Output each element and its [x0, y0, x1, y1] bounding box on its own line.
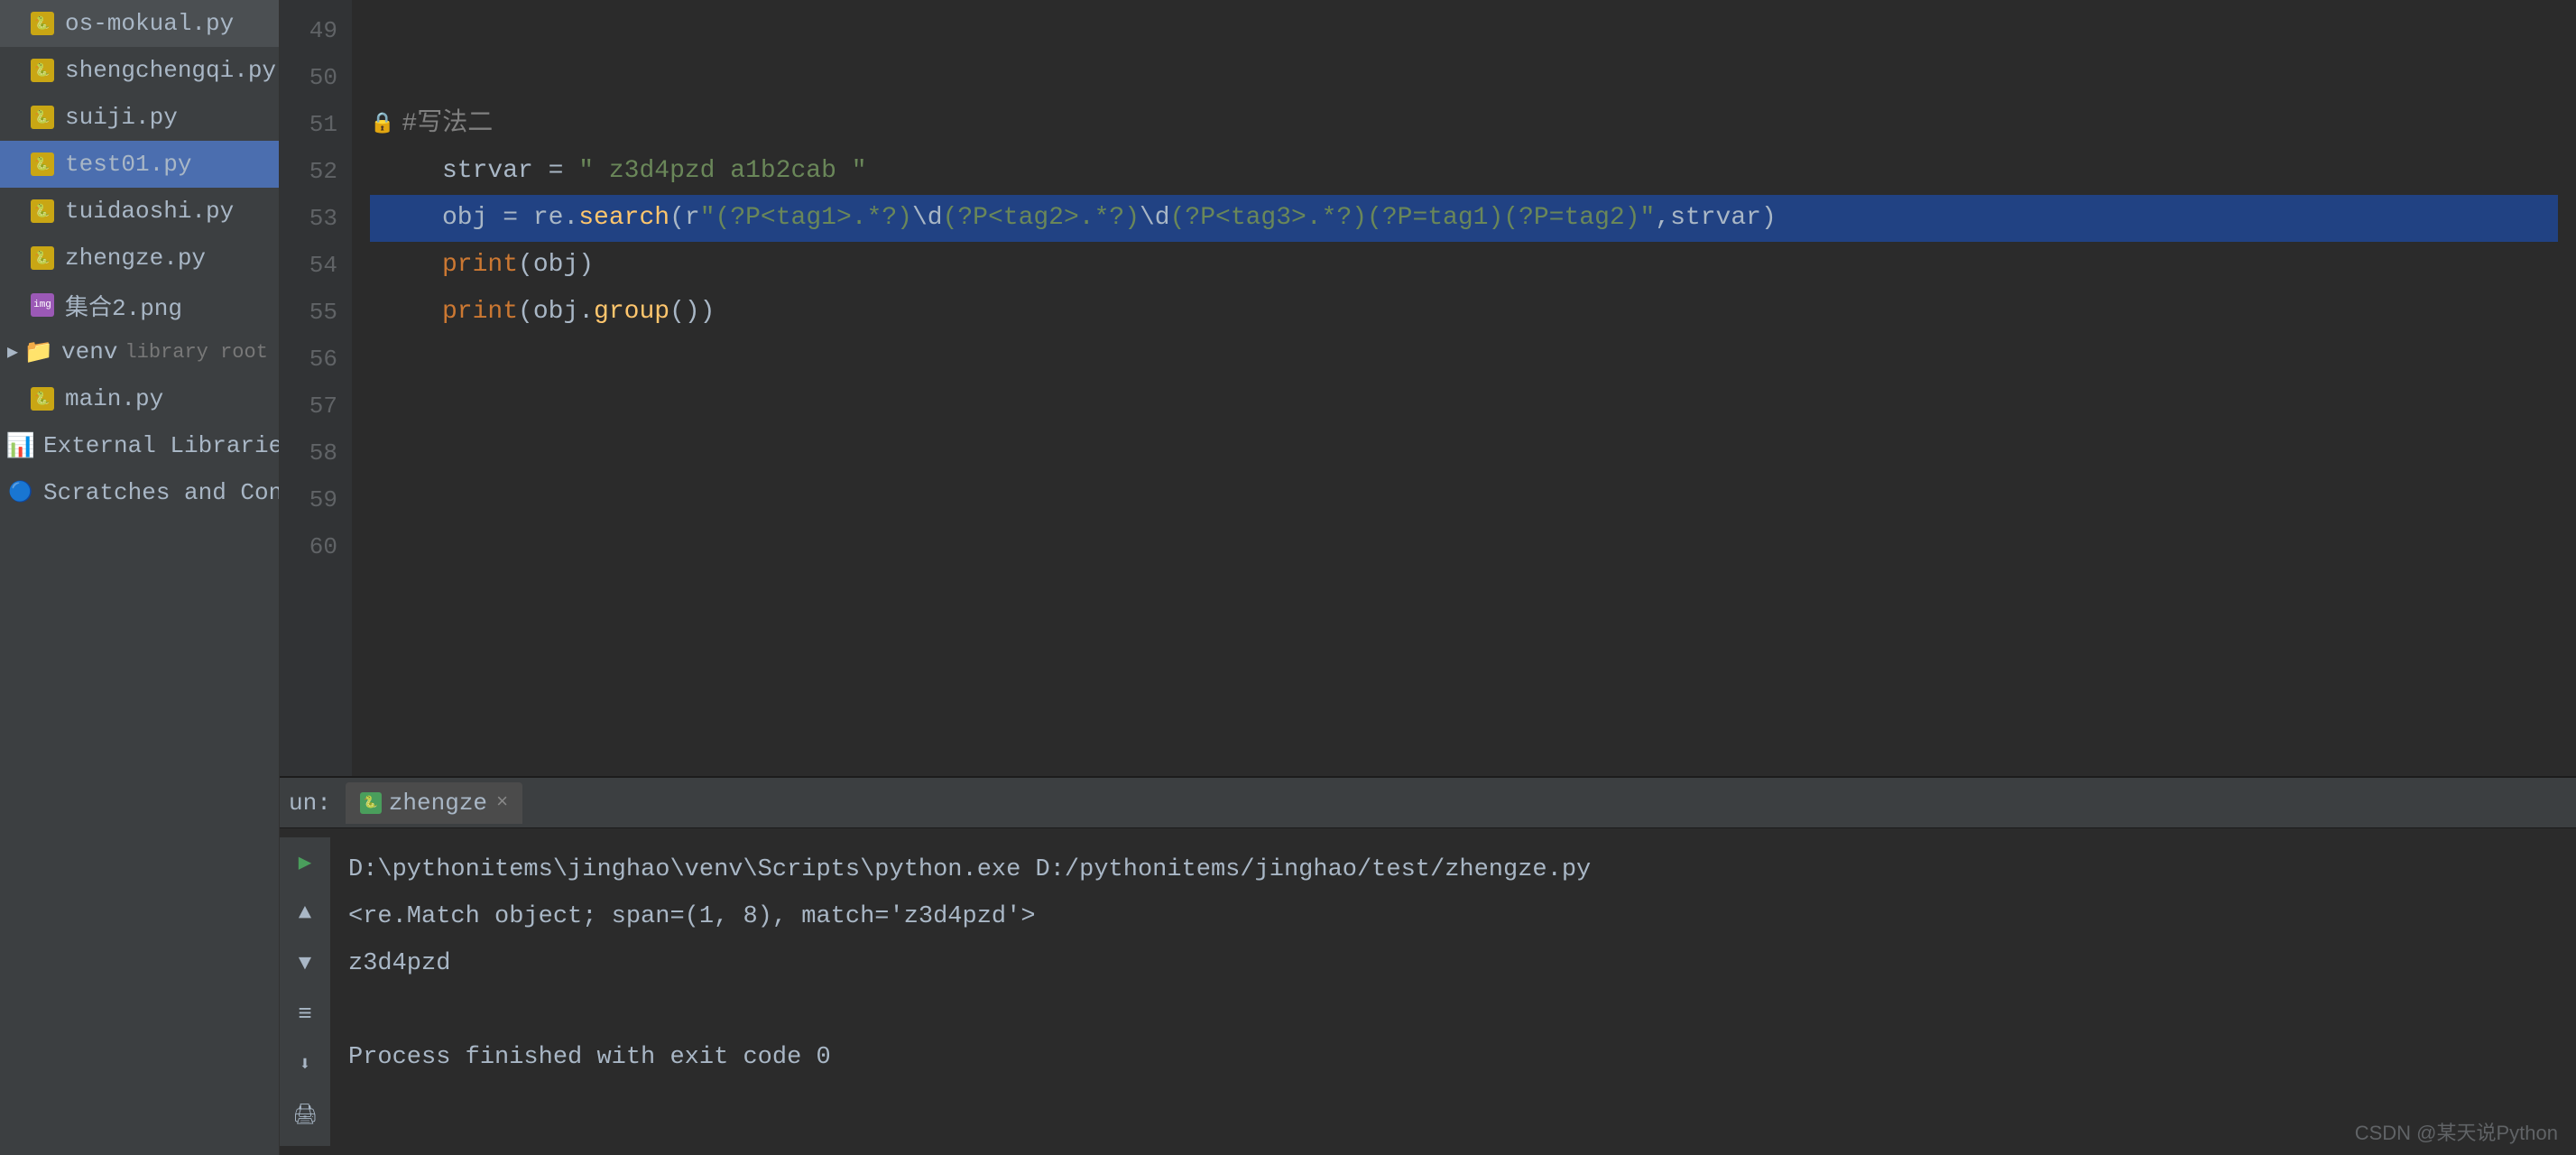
run-label: un: — [289, 790, 331, 817]
code-line-49 — [370, 7, 2558, 54]
code-editor[interactable]: 49 50 51 52 53 54 55 56 57 58 59 60 — [280, 0, 2576, 776]
sidebar-item-label: zhengze.py — [65, 245, 206, 272]
libraries-icon: 📊 — [7, 432, 34, 459]
tab-py-icon: 🐍 — [360, 792, 382, 814]
code-line-50 — [370, 54, 2558, 101]
py-icon: 🐍 — [29, 10, 56, 37]
py-icon: 🐍 — [29, 385, 56, 412]
console-line-1: D:\pythonitems\jinghao\venv\Scripts\pyth… — [348, 846, 2558, 893]
sidebar-item-label: os-mokual.py — [65, 10, 234, 37]
code-line-54: print(obj) — [370, 242, 2558, 289]
code-line-58 — [370, 430, 2558, 476]
trash-button[interactable]: 🖨 — [289, 1099, 321, 1132]
py-icon: 🐍 — [29, 245, 56, 272]
sidebar-item-label: test01.py — [65, 151, 191, 178]
bottom-panel: un: 🐍 zhengze × ▶ ▲ ▼ — [280, 776, 2576, 1155]
watermark: CSDN @某天说Python — [2355, 1117, 2558, 1146]
code-line-51: 🔒#写法二 — [370, 101, 2558, 148]
sidebar-item-main[interactable]: 🐍 main.py — [0, 375, 279, 422]
console-output-text: <re.Match object; span=(1, 8), match='z3… — [348, 893, 1036, 940]
console-line-4 — [348, 987, 2558, 1034]
scroll-up-button[interactable]: ▲ — [289, 897, 321, 929]
tab-close-button[interactable]: × — [496, 791, 508, 814]
run-tab[interactable]: 🐍 zhengze × — [346, 782, 522, 824]
code-line-52: strvar = " z3d4pzd a1b2cab " — [370, 148, 2558, 195]
green-arrow-icon: ▶ — [299, 849, 311, 876]
py-icon: 🐍 — [29, 104, 56, 131]
console-cmd-text: D:\pythonitems\jinghao\venv\Scripts\pyth… — [348, 846, 1591, 893]
sidebar-item-scratches[interactable]: 🔵 Scratches and Consoles — [0, 469, 279, 516]
sidebar-item-label: Scratches and Consoles — [43, 479, 280, 506]
code-line-60 — [370, 523, 2558, 570]
sidebar-item-os-mokual[interactable]: 🐍 os-mokual.py — [0, 0, 279, 47]
console-content: ▶ ▲ ▼ ≡ ⬇ 🖨 — [280, 828, 2576, 1155]
console-exit-text: Process finished with exit code 0 — [348, 1034, 831, 1081]
png-icon: img — [29, 291, 56, 319]
rerun-button[interactable]: ≡ — [289, 998, 321, 1030]
sidebar-item-label: External Libraries — [43, 432, 280, 459]
editor-area: 49 50 51 52 53 54 55 56 57 58 59 60 — [280, 0, 2576, 1155]
scratches-icon: 🔵 — [7, 479, 34, 506]
code-line-55: print(obj.group()) — [370, 289, 2558, 336]
sidebar-item-label: main.py — [65, 385, 163, 412]
sidebar-item-external-libraries[interactable]: 📊 External Libraries — [0, 422, 279, 469]
sidebar-item-label: shengchengqi.py — [65, 57, 276, 84]
stop-button[interactable]: ⬇ — [289, 1049, 321, 1081]
tab-label: zhengze — [389, 790, 487, 817]
sidebar-item-venv[interactable]: ▶ 📁 venv library root — [0, 328, 279, 375]
sidebar-item-label: venv — [61, 338, 117, 365]
bottom-tabs: un: 🐍 zhengze × — [280, 778, 2576, 828]
run-again-button[interactable]: ▶ — [289, 846, 321, 879]
console-sidebar: ▶ ▲ ▼ ≡ ⬇ 🖨 — [280, 837, 330, 1146]
library-root-label: library root — [125, 341, 267, 364]
sidebar-item-zhengze[interactable]: 🐍 zhengze.py — [0, 235, 279, 282]
sidebar-item-jicheng2[interactable]: img 集合2.png — [0, 282, 279, 328]
console-result-text: z3d4pzd — [348, 940, 450, 987]
sidebar-item-tuidaoshi[interactable]: 🐍 tuidaoshi.py — [0, 188, 279, 235]
sidebar-item-shengchengqi[interactable]: 🐍 shengchengqi.py — [0, 47, 279, 94]
code-line-57 — [370, 383, 2558, 430]
console-line-5: Process finished with exit code 0 — [348, 1034, 2558, 1081]
py-icon: 🐍 — [29, 57, 56, 84]
folder-icon: 📁 — [25, 338, 52, 365]
code-line-56 — [370, 336, 2558, 383]
scroll-down-button[interactable]: ▼ — [289, 947, 321, 980]
sidebar: 🐍 os-mokual.py 🐍 shengchengqi.py 🐍 suiji… — [0, 0, 280, 1155]
console-line-3: z3d4pzd — [348, 940, 2558, 987]
stop-icon: ⬇ — [299, 1053, 310, 1076]
sidebar-item-label: tuidaoshi.py — [65, 198, 234, 225]
sidebar-item-label: suiji.py — [65, 104, 178, 131]
fold-icon[interactable]: 🔒 — [370, 101, 394, 148]
rerun-icon: ≡ — [298, 1001, 312, 1028]
code-line-59 — [370, 476, 2558, 523]
code-line-53: obj = re.search(r"(?P<tag1>.*?)\d(?P<tag… — [370, 195, 2558, 242]
code-lines[interactable]: 🔒#写法二 strvar = " z3d4pzd a1b2cab " obj =… — [352, 0, 2576, 776]
console-line-2: <re.Match object; span=(1, 8), match='z3… — [348, 893, 2558, 940]
sidebar-item-label: 集合2.png — [65, 289, 182, 322]
watermark-text: CSDN @某天说Python — [2355, 1122, 2558, 1144]
console-text: D:\pythonitems\jinghao\venv\Scripts\pyth… — [330, 837, 2576, 1146]
down-arrow-icon: ▼ — [299, 952, 311, 976]
line-numbers: 49 50 51 52 53 54 55 56 57 58 59 60 — [280, 0, 352, 776]
py-icon: 🐍 — [29, 151, 56, 178]
sidebar-item-suiji[interactable]: 🐍 suiji.py — [0, 94, 279, 141]
trash-icon: 🖨 — [292, 1104, 318, 1127]
sidebar-item-test01[interactable]: 🐍 test01.py — [0, 141, 279, 188]
py-icon: 🐍 — [29, 198, 56, 225]
expand-arrow-icon: ▶ — [7, 340, 18, 364]
up-arrow-icon: ▲ — [299, 901, 311, 926]
